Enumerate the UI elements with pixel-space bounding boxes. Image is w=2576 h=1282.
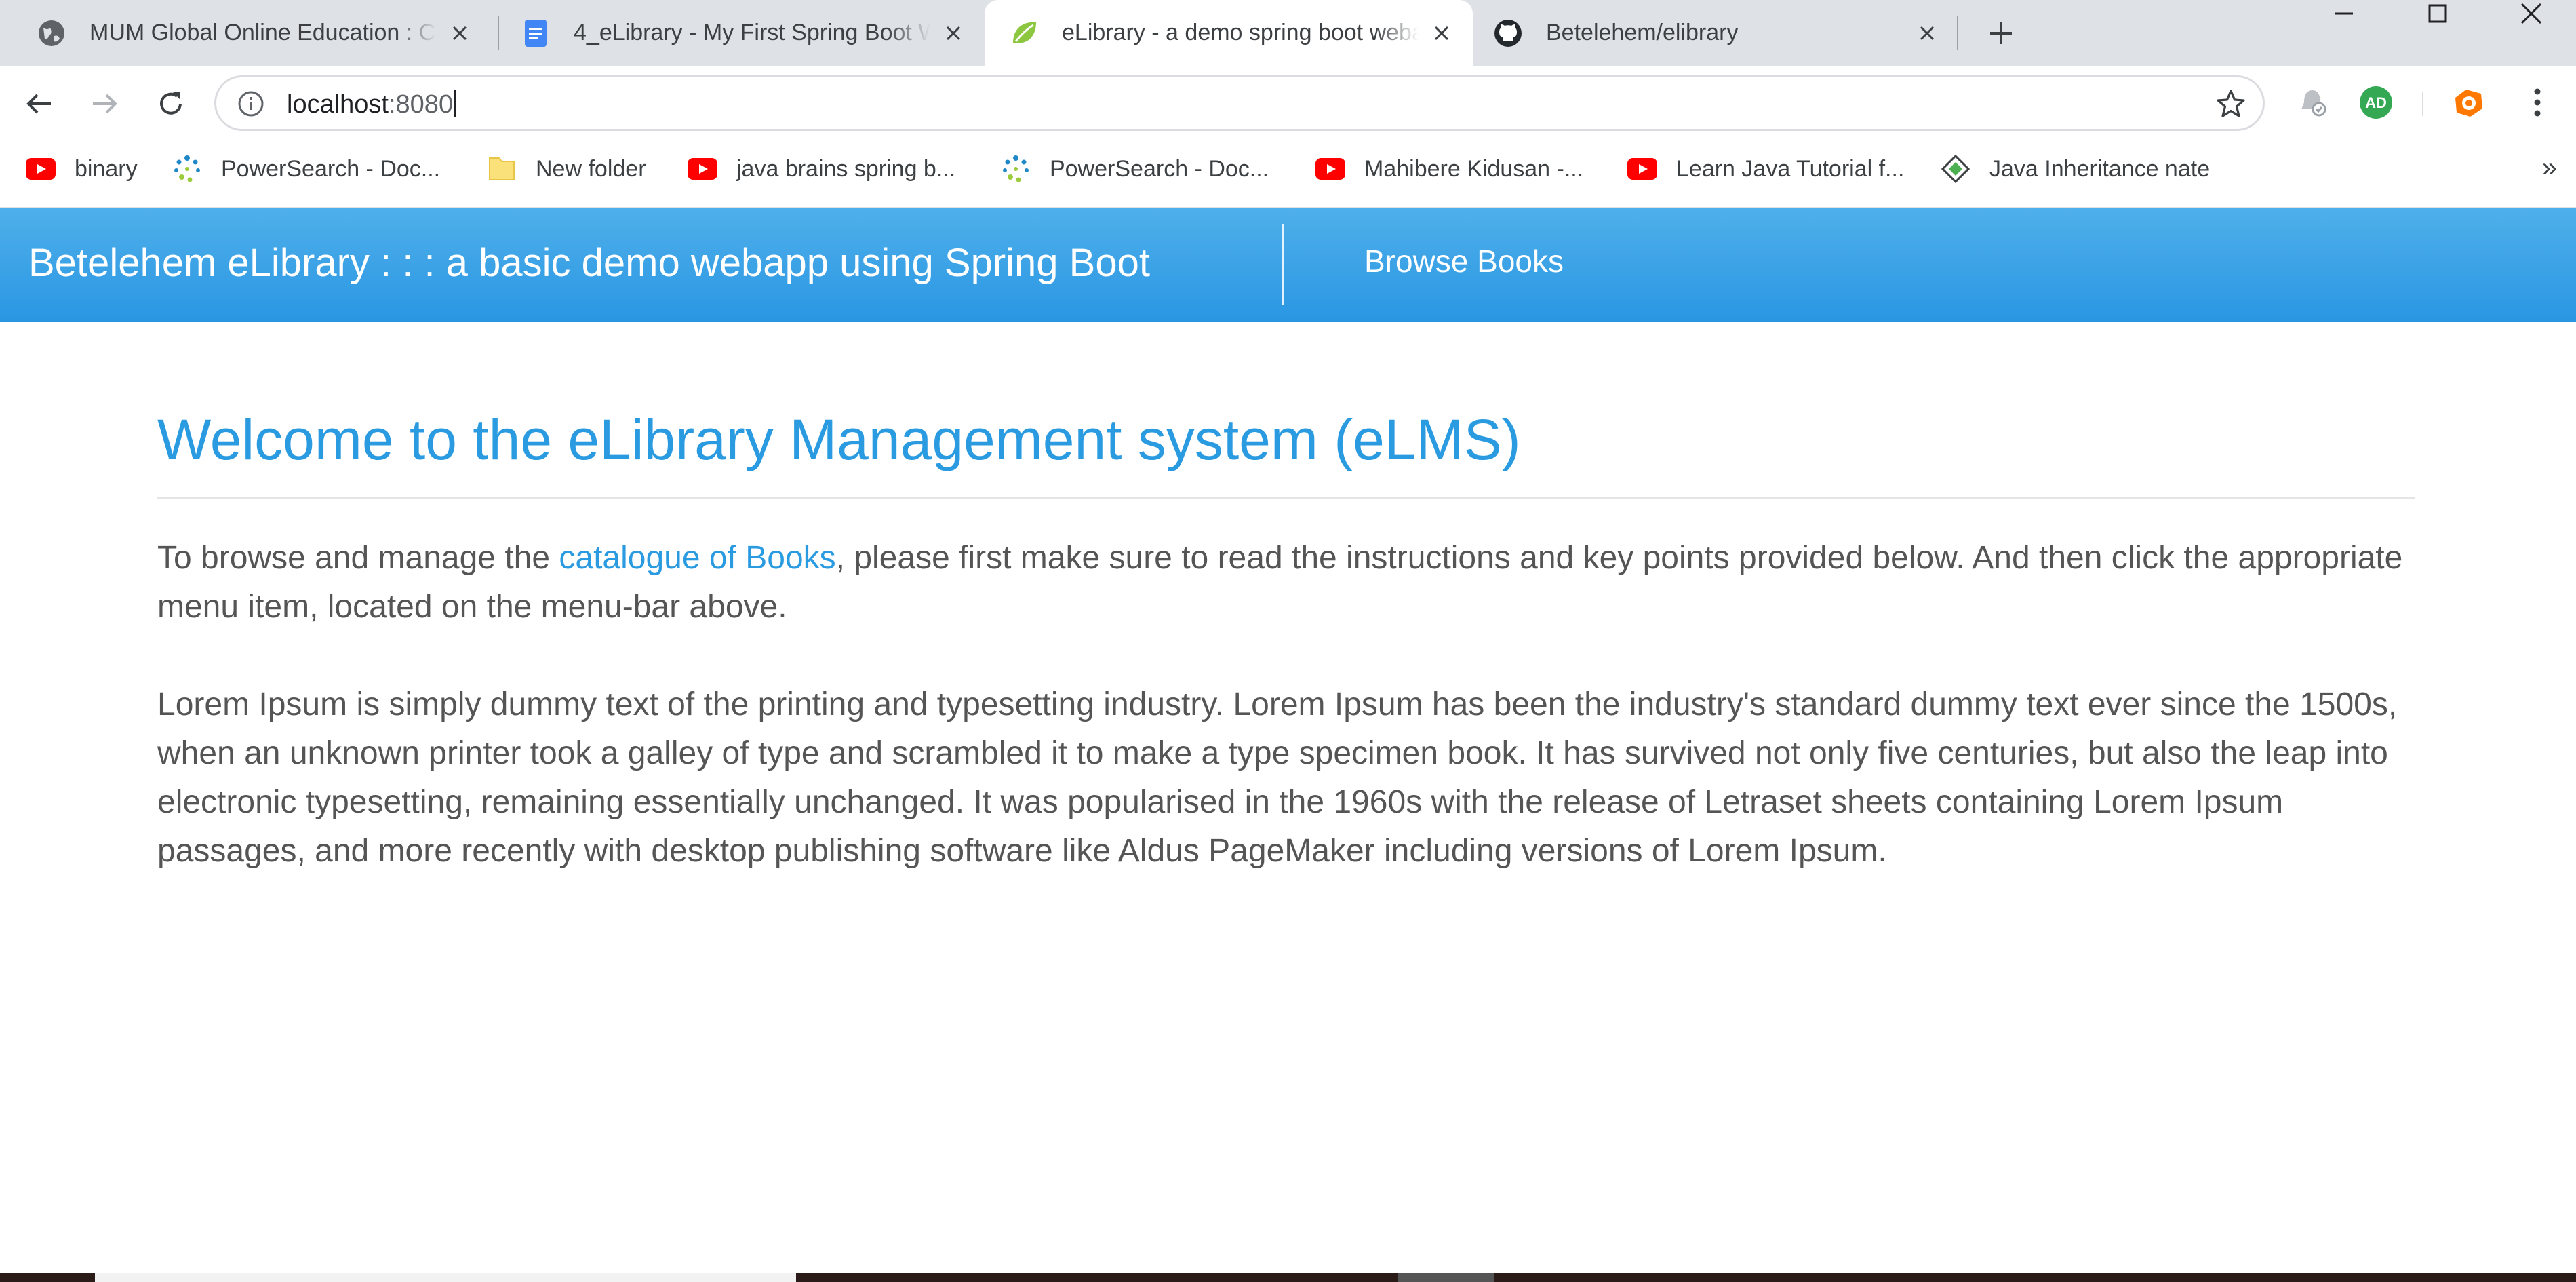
address-bar[interactable]: localhost:8080 (214, 75, 2265, 131)
text-caret (454, 90, 456, 117)
youtube-icon (1627, 154, 1657, 184)
navbar-divider (1282, 224, 1284, 305)
info-icon[interactable] (237, 90, 265, 118)
lorem-paragraph: Lorem Ipsum is simply dummy text of the … (157, 686, 2398, 869)
page-title: Welcome to the eLibrary Management syste… (157, 408, 1521, 471)
bookmark-powersearch-2[interactable]: PowerSearch - Doc... (1001, 142, 1269, 196)
catalogue-link[interactable]: catalogue of Books (559, 540, 835, 576)
app-navbar: Betelehem eLibrary : : : a basic demo we… (0, 208, 2576, 322)
maximize-icon[interactable] (2400, 0, 2475, 27)
bookmark-powersearch-1[interactable]: PowerSearch - Doc... (172, 142, 440, 196)
window-close-icon[interactable] (2494, 0, 2569, 27)
main-content: Welcome to the eLibrary Management syste… (157, 322, 2415, 876)
navbar-brand[interactable]: Betelehem eLibrary : : : a basic demo we… (28, 240, 1150, 286)
bookmark-binary[interactable]: binary (26, 142, 138, 196)
browse-books-link[interactable]: Browse Books (1364, 243, 1564, 279)
url-port: :8080 (388, 90, 454, 119)
url-host: localhost (287, 90, 389, 119)
close-tab-icon[interactable] (1428, 20, 1455, 47)
intro-paragraph: To browse and manage the catalogue of Bo… (157, 534, 2415, 632)
avast-icon[interactable] (2448, 82, 2489, 123)
bookmark-new-folder[interactable]: New folder (487, 142, 646, 196)
more-bookmarks-icon[interactable]: » (2542, 153, 2557, 183)
tab-separator (498, 16, 499, 50)
close-tab-icon[interactable] (940, 20, 967, 47)
os-taskbar-segment (95, 1273, 796, 1282)
bookmark-learn-java[interactable]: Learn Java Tutorial f... (1627, 142, 1904, 196)
adguard-icon-text: AD (2365, 94, 2387, 111)
bookmarks-bar: binary PowerSearch - Doc... New folder j… (0, 142, 2576, 208)
reload-icon[interactable] (151, 83, 191, 124)
minimize-icon[interactable] (2307, 0, 2381, 27)
intro-text-before: To browse and manage the (157, 539, 559, 576)
tab-elibrary-doc[interactable]: 4_eLibrary - My First Spring Boot Web Ap… (503, 0, 985, 66)
spring-leaf-icon (1009, 18, 1039, 48)
bookmark-java-inheritance[interactable]: Java Inheritance nate (1941, 142, 2210, 196)
url-text[interactable]: localhost:8080 (287, 90, 456, 119)
youtube-icon (688, 154, 717, 184)
google-docs-icon (521, 18, 551, 48)
diamond-icon (1941, 154, 1970, 184)
close-tab-icon[interactable] (446, 20, 473, 47)
close-tab-icon[interactable] (1914, 20, 1941, 47)
chrome-menu-icon[interactable] (2517, 82, 2558, 123)
bookmark-java-brains[interactable]: java brains spring b... (688, 142, 955, 196)
title-divider (157, 497, 2415, 499)
tab-elibrary-app[interactable]: eLibrary - a demo spring boot webapp (985, 0, 1473, 66)
adguard-icon[interactable]: AD (2356, 82, 2396, 123)
tab-separator (1957, 16, 1958, 50)
bookmark-mahibere-kidusan[interactable]: Mahibere Kidusan -... (1315, 142, 1583, 196)
browser-toolbar: localhost:8080 AD (0, 66, 2576, 142)
github-icon (1493, 18, 1523, 48)
powersearch-icon (172, 154, 202, 184)
powersearch-icon (1001, 154, 1031, 184)
toolbar-divider (2422, 92, 2423, 116)
extension-bell-icon[interactable] (2292, 82, 2333, 123)
os-taskbar-segment (1398, 1273, 1494, 1282)
folder-icon (487, 154, 517, 184)
globe-icon (37, 18, 66, 48)
new-tab-button[interactable] (1984, 16, 2018, 50)
tab-mum-global[interactable]: MUM Global Online Education : Courses (0, 0, 491, 66)
bookmark-star-icon[interactable] (2214, 87, 2248, 121)
browser-tab-strip: MUM Global Online Education : Courses 4_… (0, 0, 2576, 66)
tab-github[interactable]: Betelehem/elibrary (1473, 0, 1958, 66)
youtube-icon (1315, 154, 1345, 184)
back-arrow-icon[interactable] (19, 83, 60, 124)
forward-arrow-icon[interactable] (84, 83, 125, 124)
youtube-icon (26, 154, 56, 184)
